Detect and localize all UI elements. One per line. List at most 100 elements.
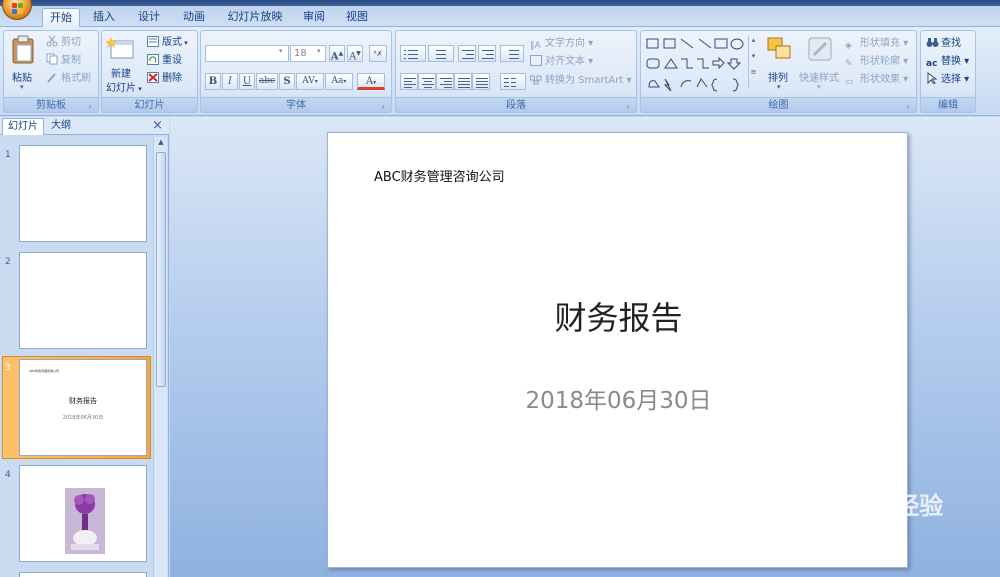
tab-slides[interactable]: 幻灯片: [2, 118, 44, 135]
reset-button[interactable]: 重设: [147, 53, 182, 69]
slides-group-label: 幻灯片: [102, 97, 197, 112]
justify-button[interactable]: [454, 73, 472, 90]
change-case-button[interactable]: Aa▾: [325, 73, 353, 90]
tab-review[interactable]: 审阅: [296, 8, 332, 27]
copy-label: 复制: [61, 55, 81, 66]
scroll-thumb[interactable]: [156, 152, 166, 387]
find-button[interactable]: 查找: [926, 36, 961, 52]
slide-thumbnail-1[interactable]: [19, 145, 147, 242]
decrease-indent-button[interactable]: [458, 45, 476, 62]
text-direction-button[interactable]: ‖A 文字方向 ▾: [530, 36, 593, 52]
company-text[interactable]: ABC财务管理咨询公司: [374, 166, 505, 185]
slide-subtitle-date[interactable]: 2018年06月30日: [328, 381, 909, 415]
chevron-down-icon: ▾: [317, 47, 321, 55]
slide-number: 1: [5, 150, 11, 160]
line-spacing-button[interactable]: [500, 45, 524, 62]
distributed-button[interactable]: [472, 73, 490, 90]
quick-styles-button[interactable]: 快速样式 ▾: [799, 35, 841, 93]
shape-effects-label: 形状效果: [860, 74, 900, 85]
delete-slide-button[interactable]: 删除: [147, 71, 182, 87]
tab-insert[interactable]: 插入: [86, 8, 122, 27]
grow-font-button[interactable]: A▲: [329, 45, 345, 62]
change-case-label: Aa: [331, 76, 344, 86]
shape-outline-button[interactable]: ✎ 形状轮廓 ▾: [845, 54, 908, 70]
thumb-company: ABC财务管理咨询公司: [29, 369, 60, 373]
slide-thumbnail-2[interactable]: [19, 252, 147, 349]
shape-effects-button[interactable]: ▭ 形状效果 ▾: [845, 72, 908, 88]
shapes-gallery[interactable]: [645, 35, 757, 93]
watermark-jingyan: 经验: [895, 492, 944, 520]
grow-font-arrow-icon: ▲: [338, 50, 344, 57]
layout-icon: [147, 36, 160, 48]
italic-button[interactable]: I: [222, 73, 238, 90]
numbering-button[interactable]: [428, 45, 454, 62]
tab-home[interactable]: 开始: [42, 8, 80, 27]
font-color-button[interactable]: A▾: [357, 73, 385, 90]
drawing-group: ▴ ▾ ≡ 排列 ▾ 快速样式 ▾ ◈ 形状填充 ▾ ✎ 形状轮廓 ▾ ▭ 形状效果 ▾ …: [640, 30, 917, 113]
tab-outline[interactable]: 大纲: [46, 118, 76, 135]
format-painter-button[interactable]: 格式刷: [46, 71, 91, 87]
effects-icon: ▭: [845, 77, 854, 87]
scroll-up-icon[interactable]: ▲: [156, 138, 166, 150]
columns-button[interactable]: [500, 73, 526, 90]
shrink-font-arrow-icon: ▼: [356, 50, 361, 57]
layout-button[interactable]: 版式 ▾: [147, 35, 188, 51]
increase-indent-button[interactable]: [478, 45, 496, 62]
slide-thumbnail-4[interactable]: [19, 465, 147, 562]
text-direction-label: 文字方向: [545, 38, 585, 49]
font-name-combo[interactable]: [205, 45, 289, 62]
new-slide-icon: [105, 37, 134, 59]
bullets-button[interactable]: [400, 45, 426, 62]
replace-button[interactable]: ac 替换 ▾: [926, 54, 969, 70]
panel-scrollbar[interactable]: ▲: [153, 137, 167, 577]
format-painter-label: 格式刷: [61, 73, 91, 84]
shapes-gallery-scroll[interactable]: ▴ ▾ ≡: [748, 36, 758, 88]
watermark-bai: Bai: [765, 487, 819, 522]
tab-view[interactable]: 视图: [338, 8, 376, 27]
dialog-launcher-icon[interactable]: ⌟: [381, 101, 389, 109]
arrange-button[interactable]: 排列 ▾: [765, 35, 795, 93]
strikethrough-button[interactable]: abc: [256, 73, 278, 90]
character-spacing-button[interactable]: AV▾: [296, 73, 324, 90]
align-text-label: 对齐文本: [545, 56, 585, 67]
shape-fill-button[interactable]: ◈ 形状填充 ▾: [845, 36, 908, 52]
align-right-button[interactable]: [436, 73, 454, 90]
paragraph-group-label: 段落: [396, 97, 636, 112]
paragraph-group: ‖A 文字方向 ▾ 对齐文本 ▾ 转换为 SmartArt ▾ 段落 ⌟: [395, 30, 637, 113]
slide-thumbnail-3[interactable]: ABC财务管理咨询公司 财务报告 2018年06月30日: [19, 359, 147, 456]
panel-tabs: 幻灯片 大纲 ×: [0, 117, 169, 135]
thumb-title: 财务报告: [69, 397, 97, 405]
slide-thumbnail-5[interactable]: [19, 572, 147, 577]
paint-bucket-icon: ◈: [845, 41, 852, 51]
select-button[interactable]: 选择 ▾: [926, 72, 969, 88]
clear-format-button[interactable]: ᴬ✗: [369, 45, 387, 62]
slide-title[interactable]: 财务报告: [328, 293, 909, 339]
paste-button[interactable]: 粘贴 ▾: [10, 35, 40, 93]
chevron-down-icon: ▾: [20, 83, 24, 91]
editing-group: 查找 ac 替换 ▾ 选择 ▾ 编辑: [920, 30, 976, 113]
clear-format-icon: ᴬ✗: [373, 50, 383, 58]
align-center-button[interactable]: [418, 73, 436, 90]
close-panel-icon[interactable]: ×: [152, 118, 163, 134]
tab-design[interactable]: 设计: [130, 8, 168, 27]
shadow-button[interactable]: S: [279, 73, 295, 90]
new-slide-button[interactable]: 新建 幻灯片 ▾: [105, 35, 144, 94]
dialog-launcher-icon[interactable]: ⌟: [626, 101, 634, 109]
tab-animations[interactable]: 动画: [174, 8, 214, 27]
dialog-launcher-icon[interactable]: ⌟: [88, 101, 96, 109]
cut-button[interactable]: 剪切: [46, 35, 81, 51]
slides-group: 新建 幻灯片 ▾ 版式 ▾ 重设 删除 幻灯片: [101, 30, 198, 113]
align-text-button[interactable]: 对齐文本 ▾: [530, 54, 593, 70]
dialog-launcher-icon[interactable]: ⌟: [906, 101, 914, 109]
align-left-button[interactable]: [400, 73, 418, 90]
office-logo-icon: [12, 3, 17, 8]
bold-button[interactable]: B: [205, 73, 221, 90]
underline-button[interactable]: U: [239, 73, 255, 90]
binoculars-icon: [926, 37, 939, 49]
copy-button[interactable]: 复制: [46, 53, 81, 69]
chevron-down-icon: ▾: [182, 39, 188, 47]
convert-smartart-button[interactable]: 转换为 SmartArt ▾: [530, 73, 632, 89]
shrink-font-button[interactable]: A▼: [347, 45, 363, 62]
shape-fill-label: 形状填充: [860, 38, 900, 49]
tab-slideshow[interactable]: 幻灯片放映: [222, 8, 288, 27]
